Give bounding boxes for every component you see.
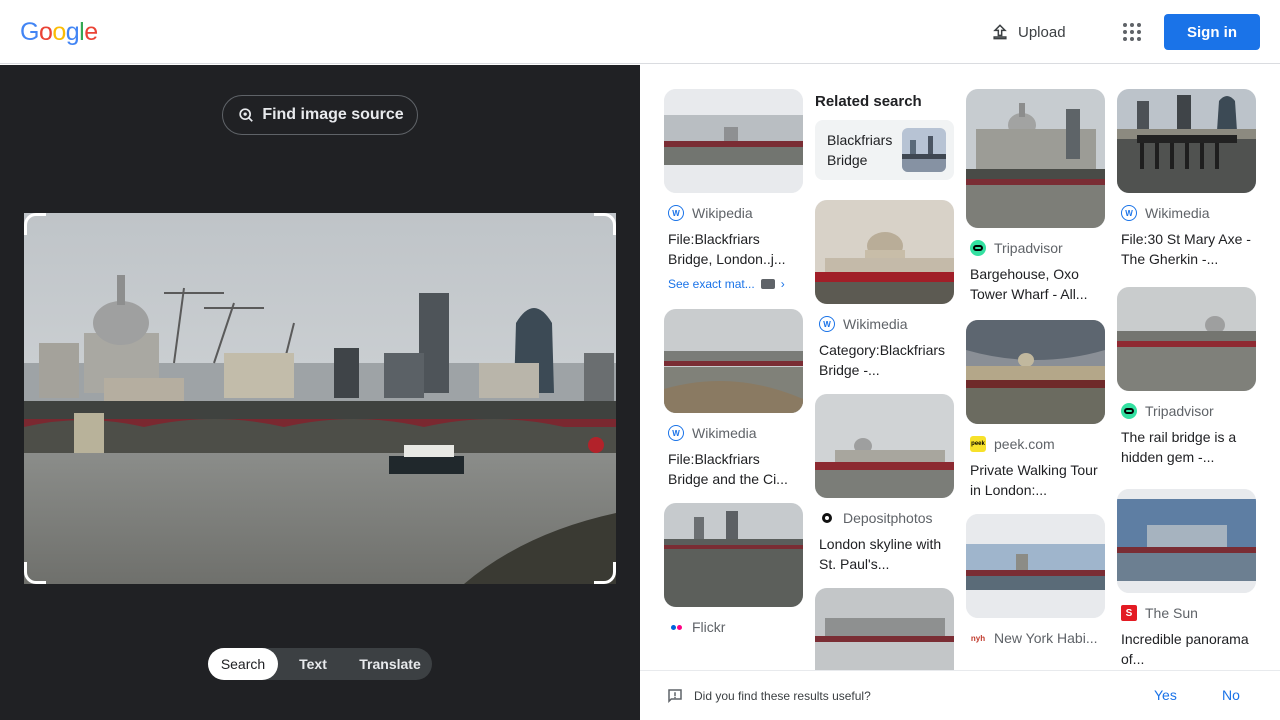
feedback-bar: Did you find these results useful? Yes N…: [640, 670, 1280, 720]
result-thumbnail: [966, 89, 1105, 228]
result-thumbnail: [664, 503, 803, 607]
results-column-1: W Wikipedia File:Blackfriars Bridge, Lon…: [664, 89, 803, 649]
related-search-chip[interactable]: Blackfriars Bridge: [815, 120, 954, 180]
result-card[interactable]: nyh New York Habi...: [966, 514, 1105, 646]
nyhabitat-icon: nyh: [970, 630, 986, 646]
feedback-yes-button[interactable]: Yes: [1154, 687, 1177, 703]
logo-letter: o: [38, 18, 53, 46]
wikimedia-icon: W: [668, 425, 684, 441]
result-source: nyh New York Habi...: [970, 630, 1098, 646]
results-column-3: Tripadvisor Bargehouse, Oxo Tower Wharf …: [966, 89, 1105, 660]
result-title[interactable]: Bargehouse, Oxo Tower Wharf - All...: [970, 264, 1101, 304]
flickr-icon: [668, 619, 684, 635]
logo-letter: G: [20, 18, 39, 46]
result-thumbnail: [966, 514, 1105, 618]
result-thumbnail: [664, 309, 803, 413]
result-card[interactable]: peek peek.com Private Walking Tour in Lo…: [966, 320, 1105, 500]
sign-in-button[interactable]: Sign in: [1164, 14, 1260, 50]
mode-tabs: Search Text Translate: [208, 648, 432, 680]
result-thumbnail: [966, 320, 1105, 424]
result-title[interactable]: Private Walking Tour in London:...: [970, 460, 1101, 500]
tab-translate[interactable]: Translate: [348, 648, 432, 680]
result-title[interactable]: The rail bridge is a hidden gem -...: [1121, 427, 1252, 467]
result-source: Flickr: [668, 619, 803, 635]
find-image-source-button[interactable]: Find image source: [222, 95, 418, 135]
result-source: W Wikipedia: [668, 205, 803, 221]
feedback-no-button[interactable]: No: [1222, 687, 1240, 703]
upload-label: Upload: [1018, 23, 1066, 41]
tripadvisor-icon: [1121, 403, 1137, 419]
result-card[interactable]: Depositphotos London skyline with St. Pa…: [815, 394, 954, 574]
logo-letter: e: [84, 18, 98, 46]
result-title[interactable]: Incredible panorama of...: [1121, 629, 1252, 669]
results-column-4: W Wikimedia File:30 St Mary Axe - The Gh…: [1117, 89, 1256, 683]
result-card[interactable]: W Wikimedia File:30 St Mary Axe - The Gh…: [1117, 89, 1256, 269]
tripadvisor-icon: [970, 240, 986, 256]
result-card[interactable]: Tripadvisor Bargehouse, Oxo Tower Wharf …: [966, 89, 1105, 304]
logo-letter: g: [65, 18, 80, 46]
wikimedia-icon: W: [819, 316, 835, 332]
related-search-label: Blackfriars Bridge: [827, 132, 893, 168]
result-card[interactable]: W Wikimedia File:Blackfriars Bridge and …: [664, 309, 803, 489]
see-exact-matches-link[interactable]: See exact mat... ›: [668, 277, 799, 291]
result-thumbnail: [664, 89, 803, 193]
result-source: W Wikimedia: [1121, 205, 1256, 221]
result-thumbnail: [1117, 287, 1256, 391]
query-image[interactable]: [24, 213, 616, 584]
tab-search[interactable]: Search: [208, 648, 278, 680]
result-title[interactable]: London skyline with St. Paul's...: [819, 534, 950, 574]
result-card[interactable]: S The Sun Incredible panorama of...: [1117, 489, 1256, 669]
wikimedia-icon: W: [1121, 205, 1137, 221]
find-image-source-label: Find image source: [262, 106, 404, 123]
result-title[interactable]: File:Blackfriars Bridge and the Ci...: [668, 449, 799, 489]
related-search-thumbnail: [902, 128, 946, 172]
result-source: W Wikimedia: [668, 425, 803, 441]
crop-handle-bottom-left[interactable]: [24, 562, 46, 584]
logo-letter: o: [52, 18, 66, 46]
the-sun-icon: S: [1121, 605, 1137, 621]
result-card[interactable]: Flickr: [664, 503, 803, 635]
upload-button[interactable]: Upload: [990, 20, 1066, 44]
result-title[interactable]: File:30 St Mary Axe - The Gherkin -...: [1121, 229, 1252, 269]
result-source: Tripadvisor: [970, 240, 1105, 256]
wikipedia-icon: W: [668, 205, 684, 221]
visual-matches-panel: W Wikipedia File:Blackfriars Bridge, Lon…: [640, 65, 1280, 720]
result-card[interactable]: Tripadvisor The rail bridge is a hidden …: [1117, 287, 1256, 467]
result-card[interactable]: W Wikimedia Category:Blackfriars Bridge …: [815, 200, 954, 380]
tab-text[interactable]: Text: [278, 648, 348, 680]
result-thumbnail: [815, 394, 954, 498]
lens-search-icon: [239, 108, 254, 122]
apps-grid-icon[interactable]: [1120, 20, 1144, 44]
crop-handle-top-left[interactable]: [24, 213, 46, 235]
results-column-2: Related search Blackfriars Bridge W Wiki…: [815, 89, 954, 706]
feedback-question: Did you find these results useful?: [694, 688, 871, 703]
camera-icon: [760, 279, 775, 289]
upload-icon: [993, 24, 1007, 40]
result-card[interactable]: W Wikipedia File:Blackfriars Bridge, Lon…: [664, 89, 803, 291]
result-thumbnail: [1117, 489, 1256, 593]
related-search-heading: Related search: [815, 93, 922, 110]
depositphotos-icon: [819, 510, 835, 526]
result-thumbnail: [1117, 89, 1256, 193]
peek-icon: peek: [970, 436, 986, 452]
london-skyline-photo: [24, 213, 616, 584]
result-title[interactable]: Category:Blackfriars Bridge -...: [819, 340, 950, 380]
result-source: peek peek.com: [970, 436, 1055, 452]
result-source: S The Sun: [1121, 605, 1256, 621]
result-source: Depositphotos: [819, 510, 954, 526]
query-image-panel: Find image source Search Text Translate: [0, 65, 640, 720]
chevron-right-icon: ›: [780, 277, 785, 291]
crop-handle-top-right[interactable]: [594, 213, 616, 235]
result-title[interactable]: File:Blackfriars Bridge, London..j...: [668, 229, 799, 269]
result-thumbnail: [815, 200, 954, 304]
top-bar: Google Upload Sign in: [0, 0, 1280, 64]
result-source: W Wikimedia: [819, 316, 954, 332]
result-source: Tripadvisor: [1121, 403, 1256, 419]
feedback-icon: [668, 688, 682, 703]
google-logo[interactable]: Google: [20, 18, 98, 47]
